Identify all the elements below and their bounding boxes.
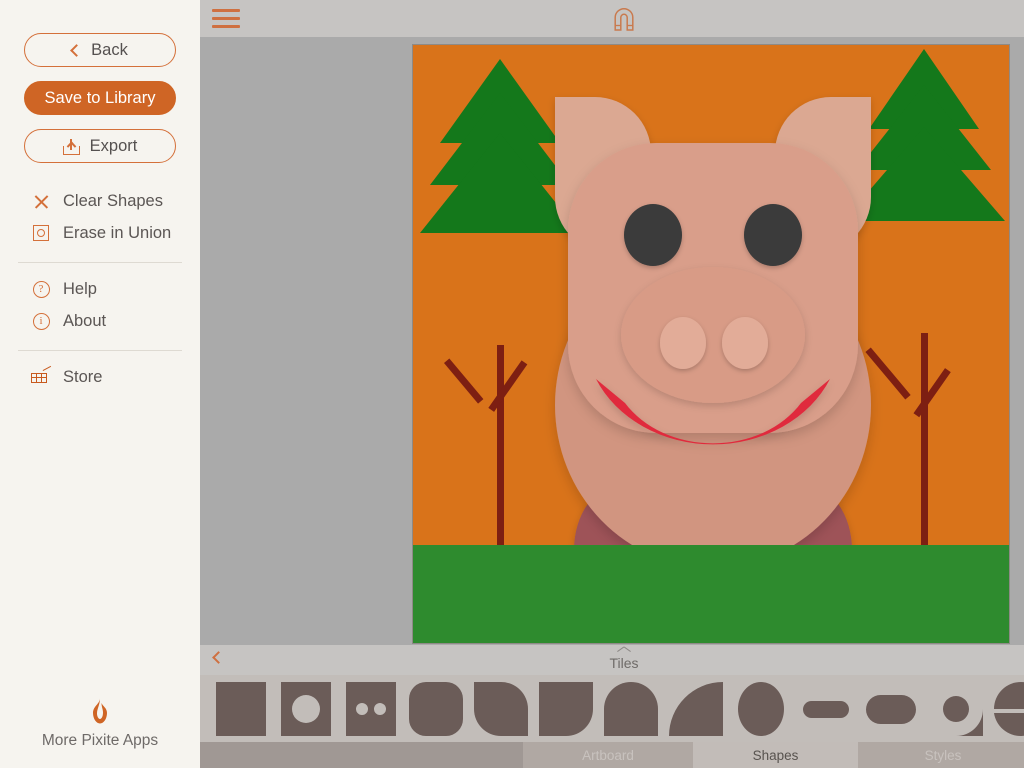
pig-eye-left: [624, 204, 682, 266]
sidebar-divider-2: [18, 350, 182, 351]
shape-split-circle[interactable]: [994, 681, 1024, 736]
shape-rounded-bottom[interactable]: [474, 681, 528, 736]
bottom-tabbar: Artboard Shapes Styles: [200, 742, 1024, 768]
shape-quarter-circle[interactable]: [669, 681, 723, 736]
sidebar-menu-group-store: Store: [0, 361, 200, 393]
pig-nostril-right: [722, 317, 768, 369]
tab-blank-left[interactable]: [200, 742, 523, 768]
pig-nostril-left: [660, 317, 706, 369]
clear-shapes-label: Clear Shapes: [63, 191, 163, 210]
help-label: Help: [63, 279, 97, 298]
upload-icon: [62, 137, 80, 155]
about-label: About: [63, 311, 107, 330]
hamburger-icon[interactable]: [212, 9, 240, 28]
back-button[interactable]: Back: [24, 33, 176, 67]
shape-square[interactable]: [214, 681, 268, 736]
menu-item-store[interactable]: Store: [0, 361, 200, 393]
sidebar: Back Save to Library Export Clear Shapes…: [0, 0, 200, 768]
cart-icon: [31, 365, 52, 387]
canvas-workspace[interactable]: [200, 37, 1024, 645]
menu-item-about[interactable]: i About: [0, 305, 200, 337]
palette-title: Tiles: [609, 655, 639, 671]
sidebar-menu-group-info: ? Help i About: [0, 273, 200, 337]
pig-eye-right: [744, 204, 802, 266]
shape-square-with-circle-hole[interactable]: [279, 681, 333, 736]
info-circle-icon: i: [31, 311, 51, 331]
shape-ring-teardrop[interactable]: [929, 681, 983, 736]
shape-square-with-two-dots[interactable]: [344, 681, 398, 736]
menu-item-help[interactable]: ? Help: [0, 273, 200, 305]
more-pixite-apps-button[interactable]: More Pixite Apps: [0, 698, 200, 750]
shape-rounded-square[interactable]: [409, 681, 463, 736]
magnet-icon[interactable]: [611, 5, 637, 32]
export-button-label: Export: [89, 136, 138, 155]
grass: [413, 545, 1009, 643]
sidebar-divider-1: [18, 262, 182, 263]
shape-arch[interactable]: [604, 681, 658, 736]
bottom-panel: Tiles Artboard Shapes Styles: [200, 645, 1024, 768]
tab-shapes[interactable]: Shapes: [693, 742, 858, 768]
tiles-header: Tiles: [200, 645, 1024, 675]
chevron-up-icon[interactable]: [618, 648, 631, 655]
more-pixite-apps-label: More Pixite Apps: [41, 732, 159, 749]
shape-wide-pill[interactable]: [864, 682, 918, 736]
tab-artboard[interactable]: Artboard: [523, 742, 693, 768]
chevron-left-icon: [70, 43, 84, 57]
back-button-label: Back: [91, 40, 128, 59]
tab-styles[interactable]: Styles: [858, 742, 1024, 768]
erase-in-union-label: Erase in Union: [63, 223, 172, 242]
top-toolbar: [200, 0, 1024, 37]
pig-snout: [621, 267, 805, 403]
pixite-flame-logo: [90, 698, 110, 724]
store-label: Store: [63, 367, 103, 386]
export-button[interactable]: Export: [24, 129, 176, 163]
pig-in-forest-illustration: [413, 45, 1009, 643]
palette-back-chevron-icon[interactable]: [212, 651, 225, 664]
app-root: Back Save to Library Export Clear Shapes…: [0, 0, 1024, 768]
menu-item-clear-shapes[interactable]: Clear Shapes: [0, 185, 200, 217]
main-area: Tiles Artboard Shapes Styles: [200, 0, 1024, 768]
shape-leaf[interactable]: [539, 681, 593, 736]
shape-ellipse[interactable]: [734, 681, 788, 736]
save-to-library-button[interactable]: Save to Library: [24, 81, 176, 115]
x-icon: [31, 191, 51, 211]
menu-item-erase-in-union[interactable]: Erase in Union: [0, 217, 200, 249]
shape-palette-strip[interactable]: [200, 675, 1024, 742]
square-circle-icon: [31, 223, 51, 243]
artboard-canvas[interactable]: [412, 44, 1010, 644]
shape-small-pill[interactable]: [799, 682, 853, 736]
question-circle-icon: ?: [31, 279, 51, 299]
sidebar-menu-group-shapes: Clear Shapes Erase in Union: [0, 185, 200, 249]
save-to-library-label: Save to Library: [44, 88, 156, 107]
